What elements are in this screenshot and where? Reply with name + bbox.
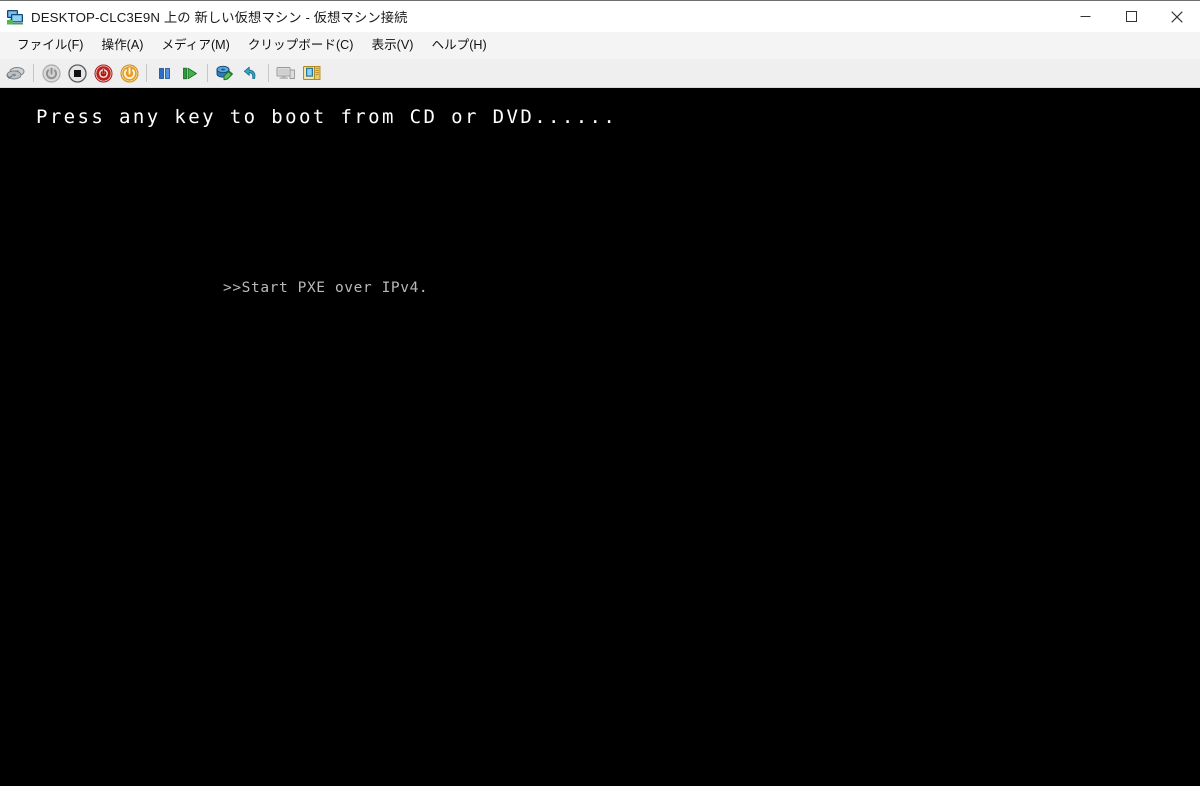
menu-bar: ファイル(F) 操作(A) メディア(M) クリップボード(C) 表示(V) ヘ…: [0, 32, 1200, 59]
shut-down-button[interactable]: [91, 61, 115, 85]
basic-session-icon: [276, 64, 296, 82]
shut-down-icon: [94, 64, 113, 83]
toolbar-separator-4: [268, 64, 269, 82]
ctrl-alt-delete-button[interactable]: [4, 61, 28, 85]
close-button[interactable]: [1154, 1, 1200, 32]
turn-off-button[interactable]: [65, 61, 89, 85]
checkpoint-button[interactable]: [213, 61, 237, 85]
menu-file[interactable]: ファイル(F): [8, 35, 92, 57]
menu-view[interactable]: 表示(V): [362, 35, 422, 57]
reset-icon: [120, 64, 139, 83]
resume-icon: [181, 65, 199, 82]
title-bar: DESKTOP-CLC3E9N 上の 新しい仮想マシン - 仮想マシン接続: [0, 0, 1200, 32]
pause-button[interactable]: [152, 61, 176, 85]
boot-prompt-text: Press any key to boot from CD or DVD....…: [36, 106, 618, 128]
window-controls: [1062, 1, 1200, 32]
checkpoint-icon: [215, 64, 235, 83]
toolbar-separator-1: [33, 64, 34, 82]
virtual-machine-connection-icon: [7, 9, 23, 25]
vm-console-screen[interactable]: Press any key to boot from CD or DVD....…: [0, 88, 1200, 786]
start-icon: [41, 63, 61, 83]
window-title: DESKTOP-CLC3E9N 上の 新しい仮想マシン - 仮想マシン接続: [31, 10, 408, 25]
basic-session-button[interactable]: [274, 61, 298, 85]
pause-icon: [156, 65, 173, 82]
toolbar-separator-2: [146, 64, 147, 82]
start-button[interactable]: [39, 61, 63, 85]
enhanced-session-button[interactable]: [300, 61, 324, 85]
revert-button[interactable]: [239, 61, 263, 85]
minimize-button[interactable]: [1062, 1, 1108, 32]
ctrl-alt-delete-icon: [6, 64, 26, 82]
resume-button[interactable]: [178, 61, 202, 85]
menu-clipboard[interactable]: クリップボード(C): [239, 35, 363, 57]
revert-icon: [242, 64, 260, 82]
reset-button[interactable]: [117, 61, 141, 85]
toolbar: [0, 59, 1200, 88]
menu-action[interactable]: 操作(A): [92, 35, 152, 57]
maximize-button[interactable]: [1108, 1, 1154, 32]
pxe-message-text: >>Start PXE over IPv4.: [223, 280, 429, 296]
toolbar-separator-3: [207, 64, 208, 82]
enhanced-session-icon: [302, 64, 322, 82]
menu-media[interactable]: メディア(M): [152, 35, 238, 57]
turn-off-icon: [67, 63, 87, 83]
virtual-machine-connection-window: DESKTOP-CLC3E9N 上の 新しい仮想マシン - 仮想マシン接続 ファ…: [0, 0, 1200, 786]
menu-help[interactable]: ヘルプ(H): [422, 35, 495, 57]
